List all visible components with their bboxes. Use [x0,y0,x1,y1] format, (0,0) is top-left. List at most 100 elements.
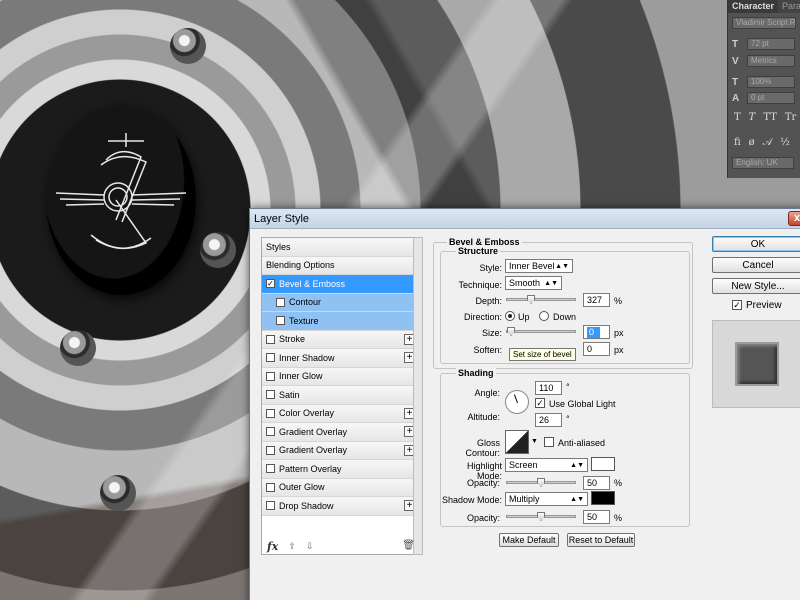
use-global-light-checkbox[interactable]: ✓ [535,398,545,408]
shadow-opacity-slider[interactable] [506,512,576,521]
ligature-icon[interactable]: ﬁ [734,137,741,148]
style-list-item-label: Gradient Overlay [279,445,348,456]
kerning-field[interactable]: Metrics [747,55,795,67]
close-button[interactable]: x [788,211,800,226]
styles-list-scrollbar[interactable] [413,237,423,555]
soften-field[interactable]: 0 [583,342,610,356]
preview-checkbox[interactable]: ✓ [732,300,742,310]
make-default-button[interactable]: Make Default [499,533,559,547]
highlight-opacity-unit: % [614,478,623,488]
angle-dial[interactable] [505,390,529,414]
style-list-item[interactable]: Inner Shadow + [262,349,418,368]
style-select[interactable]: Inner Bevel ▲▼ [505,259,573,273]
style-list-item[interactable]: Contour [262,293,418,312]
character-panel-tabs: Character Paragra [728,0,800,13]
highlight-opacity-field[interactable]: 50 [583,476,610,490]
shadow-opacity-field[interactable]: 50 [583,510,610,524]
angle-field[interactable]: 110 [535,381,562,395]
style-enable-checkbox[interactable] [266,427,275,437]
highlight-opacity-label: Opacity: [466,478,500,488]
technique-select[interactable]: Smooth ▲▼ [505,276,562,290]
ok-button[interactable]: OK [712,236,800,252]
style-list-item[interactable]: Pattern Overlay [262,460,418,479]
shadow-color-swatch[interactable] [591,491,615,505]
style-list-item[interactable]: Gradient Overlay + [262,441,418,460]
dialog-title: Layer Style [254,212,310,225]
style-list-item[interactable]: Gradient Overlay + [262,423,418,442]
style-enable-checkbox[interactable] [266,390,275,400]
vertical-scale-field[interactable]: 100% [747,76,795,88]
size-slider[interactable] [506,327,576,336]
style-list-item[interactable]: Stroke + [262,330,418,349]
tab-paragraph[interactable]: Paragra [778,0,800,13]
fx-icon[interactable]: fx [267,540,278,553]
style-list-item[interactable]: Drop Shadow + [262,497,418,516]
highlight-color-swatch[interactable] [591,457,615,471]
chevron-down-icon[interactable]: ▼ [531,438,538,445]
lug-nut-bolt [200,232,236,268]
font-family-select[interactable]: Vladimir Script Re... [732,17,796,29]
style-list-item[interactable]: Texture [262,312,418,331]
small-caps-toggle-button[interactable]: Tr [785,112,796,123]
baseline-shift-field[interactable]: 0 pt [747,92,795,104]
font-size-field[interactable]: 72 pt [747,38,795,50]
style-enable-checkbox[interactable] [276,297,285,307]
chevron-down-icon: ▲▼ [544,279,558,287]
style-enable-checkbox[interactable] [266,464,275,474]
style-list-item[interactable]: Inner Glow [262,367,418,386]
direction-down-label: Down [553,312,577,322]
style-enable-checkbox[interactable] [276,316,285,326]
style-enable-checkbox[interactable] [266,482,275,492]
style-label: Style: [479,263,502,273]
shadow-opacity-unit: % [614,513,623,523]
style-list-item[interactable]: Color Overlay + [262,404,418,423]
size-field-value: 0 [587,326,600,338]
move-down-icon[interactable]: ⇩ [306,541,314,552]
fraction-icon[interactable]: ½ [780,137,790,148]
all-caps-toggle-button[interactable]: TT [763,112,777,123]
style-list-item-label: Blending Options [266,260,335,271]
style-list-item[interactable]: Styles [262,238,418,257]
highlight-mode-select[interactable]: Screen ▲▼ [505,458,588,472]
trash-icon[interactable]: 🗑 [402,540,415,551]
italic-toggle-button[interactable]: T [749,112,756,123]
style-list-item[interactable]: ✓ Bevel & Emboss [262,275,418,294]
size-field[interactable]: 0 [583,325,610,339]
angle-label: Angle: [474,388,500,398]
style-list-item[interactable]: Blending Options [262,256,418,275]
depth-slider[interactable] [506,295,576,304]
ordinal-icon[interactable]: ø [749,137,755,148]
direction-up-radio[interactable] [505,311,515,321]
highlight-opacity-slider[interactable] [506,478,576,487]
shadow-mode-select[interactable]: Multiply ▲▼ [505,492,588,506]
style-enable-checkbox[interactable] [266,334,275,344]
size-unit: px [614,328,624,338]
style-enable-checkbox[interactable]: ✓ [266,279,275,289]
style-list-item[interactable]: Outer Glow [262,478,418,497]
styles-list: Styles Blending Options ✓ Bevel & Emboss Con… [261,237,419,555]
language-select[interactable]: English: UK [732,157,794,169]
reset-to-default-button[interactable]: Reset to Default [567,533,635,547]
style-list-item[interactable]: Satin [262,386,418,405]
style-enable-checkbox[interactable] [266,501,275,511]
style-enable-checkbox[interactable] [266,353,275,363]
cancel-button[interactable]: Cancel [712,257,800,273]
new-style-button[interactable]: New Style... [712,278,800,294]
bold-toggle-button[interactable]: T [734,112,741,123]
anti-aliased-checkbox[interactable] [544,437,554,447]
tab-character[interactable]: Character [728,0,778,13]
direction-down-radio[interactable] [539,311,549,321]
depth-field[interactable]: 327 [583,293,610,307]
style-select-value: Inner Bevel [509,261,555,271]
swash-icon[interactable]: 𝒜 [763,137,772,148]
move-up-icon[interactable]: ⇧ [288,541,296,552]
altitude-field[interactable]: 26 [535,413,562,427]
styles-list-footer: fx ⇧ ⇩ 🗑 [261,538,419,555]
gloss-contour-picker[interactable] [505,430,529,454]
style-enable-checkbox[interactable] [266,445,275,455]
style-enable-checkbox[interactable] [266,408,275,418]
style-enable-checkbox[interactable] [266,371,275,381]
style-list-item-label: Gradient Overlay [279,426,348,437]
style-list-item-label: Pattern Overlay [279,463,342,474]
dialog-titlebar[interactable]: Layer Style x [250,209,800,229]
